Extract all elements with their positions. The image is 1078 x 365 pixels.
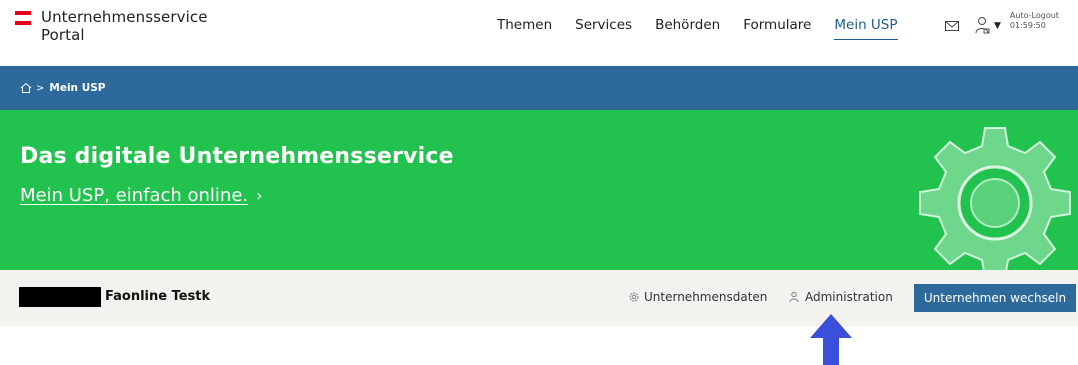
admin-user-icon: [789, 291, 799, 303]
gear-icon: [919, 127, 1071, 270]
nav-services[interactable]: Services: [575, 17, 632, 40]
chevron-right-icon: ›: [256, 186, 263, 205]
auto-logout-label: Auto-Logout: [1009, 11, 1059, 20]
user-icon[interactable]: [974, 16, 992, 36]
logo-title: Unternehmensservice: [41, 8, 208, 26]
header-tools: ▼ Auto-Logout 01:59:50: [944, 11, 1059, 36]
switch-company-button[interactable]: Unternehmen wechseln: [914, 284, 1076, 312]
gear-small-icon: [629, 292, 639, 302]
mail-icon[interactable]: [944, 18, 960, 34]
nav-behoerden[interactable]: Behörden: [655, 17, 720, 40]
banner-title: Das digitale Unternehmensservice: [20, 144, 454, 169]
company-bar: Faonline Testk Unternehmensdaten Adminis…: [0, 270, 1078, 326]
nav-mein-usp[interactable]: Mein USP: [834, 17, 898, 40]
redacted-block: [19, 287, 101, 307]
breadcrumb: > Mein USP: [0, 66, 1078, 110]
annotation-arrow: [810, 314, 852, 365]
austria-flag-icon: [15, 11, 31, 44]
home-icon[interactable]: [20, 82, 32, 94]
hero-banner: Das digitale Unternehmensservice Mein US…: [0, 110, 1078, 270]
company-name: Faonline Testk: [105, 289, 211, 304]
site-header: Unternehmensservice Portal Themen Servic…: [0, 0, 1078, 66]
auto-logout-timer: Auto-Logout 01:59:50: [1010, 11, 1059, 31]
banner-link[interactable]: Mein USP, einfach online.: [20, 185, 248, 206]
banner-link-row: Mein USP, einfach online. ›: [20, 185, 263, 206]
company-data-label: Unternehmensdaten: [644, 290, 768, 304]
breadcrumb-separator: >: [36, 82, 45, 94]
user-menu-chevron-down-icon[interactable]: ▼: [994, 21, 1001, 31]
administration-label: Administration: [805, 290, 893, 304]
main-nav: Themen Services Behörden Formulare Mein …: [497, 17, 921, 40]
breadcrumb-current: Mein USP: [49, 82, 106, 94]
auto-logout-time: 01:59:50: [1009, 21, 1046, 30]
company-data-link[interactable]: Unternehmensdaten: [628, 290, 767, 304]
administration-link[interactable]: Administration: [789, 290, 893, 304]
portal-logo[interactable]: Unternehmensservice Portal: [15, 8, 208, 44]
logo-subtitle: Portal: [41, 26, 85, 44]
nav-themen[interactable]: Themen: [497, 17, 552, 40]
nav-formulare[interactable]: Formulare: [743, 17, 811, 40]
